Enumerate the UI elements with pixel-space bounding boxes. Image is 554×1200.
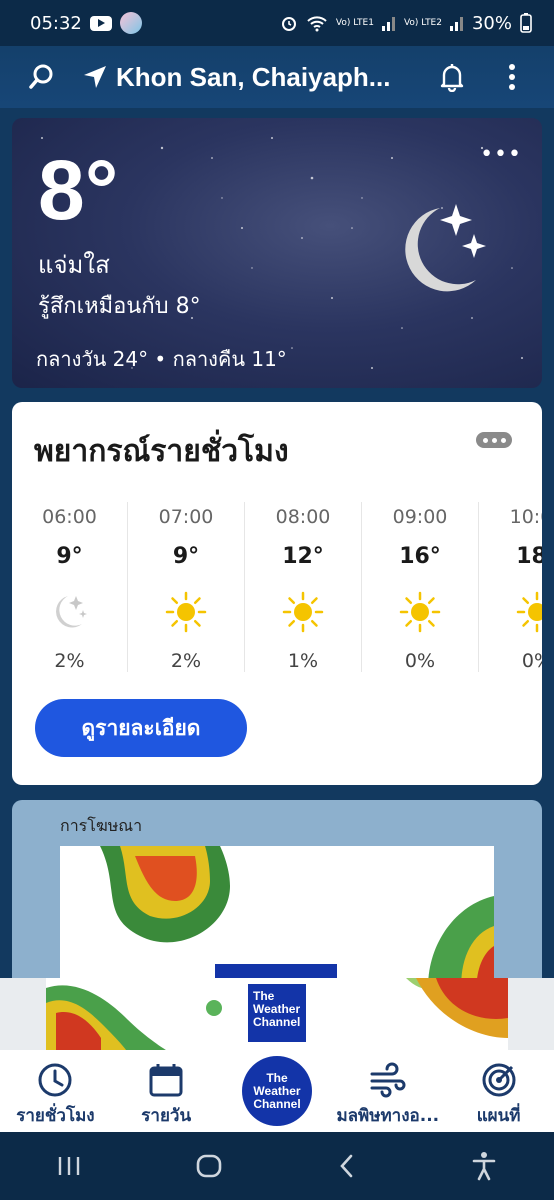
nav-air-quality[interactable]: มลพิษทางอ... (332, 1050, 443, 1132)
sim1-label: Vo) LTE1 (335, 17, 374, 28)
nav-home[interactable]: The Weather Channel (222, 1050, 333, 1132)
battery-icon (520, 13, 532, 33)
hourly-list[interactable]: 06:00 9° 2% 07:00 9° 2% 08:00 12° 1% 09:… (12, 502, 542, 672)
hour-time: 08:00 (275, 506, 331, 528)
home-icon[interactable] (195, 1153, 223, 1179)
day-night-temperatures: กลางวัน 24° • กลางคืน 11° (36, 347, 287, 371)
hour-precip: 0% (404, 650, 436, 672)
hourly-more-button[interactable] (476, 432, 512, 448)
nav-map-label: แผนที่ (476, 1106, 521, 1126)
hour-temp: 12° (282, 544, 324, 569)
system-navigation-bar (0, 1132, 554, 1200)
hour-item[interactable]: 06:00 9° 2% (12, 502, 128, 672)
hour-time: 06:00 (42, 506, 97, 528)
hour-item[interactable]: 07:00 9° 2% (128, 502, 245, 672)
hour-item[interactable]: 10:00 18° 0% (479, 502, 542, 672)
hour-temp: 16° (399, 544, 441, 569)
nav-hourly[interactable]: รายชั่วโมง (0, 1050, 111, 1132)
youtube-notification-icon (89, 15, 112, 31)
location-selector[interactable]: Khon San, Chaiyaph... (82, 62, 422, 93)
hourly-forecast-card: พยากรณ์รายชั่วโมง 06:00 9° 2% 07:00 9° 2… (12, 402, 542, 785)
weather-channel-logo: The Weather Channel (241, 1056, 312, 1126)
sun-icon (282, 591, 324, 633)
signal-icon (381, 17, 395, 31)
nav-air-quality-label: มลพิษทางอ... (336, 1106, 440, 1126)
moon-stars-icon (55, 596, 87, 628)
feels-like: รู้สึกเหมือนกับ 8° (38, 294, 201, 319)
hour-temp: 18° (516, 544, 542, 569)
vertical-dots-icon (509, 64, 515, 90)
location-name: Khon San, Chaiyaph... (116, 61, 391, 92)
notifications-button[interactable] (430, 55, 474, 99)
battery-percent: 30% (471, 12, 512, 34)
hour-item[interactable]: 08:00 12° 1% (245, 502, 362, 672)
wind-icon (370, 1062, 406, 1098)
status-time: 05:32 (30, 12, 82, 34)
radar-icon (482, 1063, 516, 1097)
hour-time: 10:00 (509, 506, 542, 528)
hour-time: 07:00 (158, 506, 214, 528)
weather-channel-logo: The Weather Channel (248, 984, 306, 1042)
search-button[interactable] (20, 55, 64, 99)
nav-hourly-label: รายชั่วโมง (16, 1106, 95, 1126)
signal-icon (449, 17, 463, 31)
calendar-icon (149, 1064, 183, 1097)
current-conditions-card[interactable]: 8° แจ่มใส รู้สึกเหมือนกับ 8° กลางวัน 24°… (12, 118, 542, 388)
app-header: Khon San, Chaiyaph... (0, 46, 554, 108)
app-notification-icon (119, 12, 142, 34)
bottom-navigation: รายชั่วโมง รายวัน The Weather Channel มล… (0, 1050, 554, 1132)
view-details-button[interactable]: ดูรายละเอียด (35, 699, 247, 757)
recent-apps-icon[interactable] (57, 1155, 81, 1177)
sim2-label: Vo) LTE2 (403, 17, 442, 28)
location-arrow-icon (84, 66, 106, 88)
nav-daily[interactable]: รายวัน (111, 1050, 222, 1132)
more-options-button[interactable] (490, 55, 534, 99)
hour-precip: 0% (521, 650, 542, 672)
wifi-icon (307, 16, 327, 32)
hour-precip: 2% (54, 650, 85, 672)
moon-stars-icon (405, 204, 486, 292)
sun-icon (516, 591, 542, 633)
hour-temp: 9° (172, 544, 200, 569)
hour-temp: 9° (56, 544, 83, 569)
current-condition: แจ่มใส (38, 251, 110, 279)
back-icon[interactable] (337, 1153, 357, 1179)
card-more-button[interactable]: ••• (480, 142, 522, 167)
bell-icon (440, 64, 464, 92)
sun-icon (399, 591, 441, 633)
alarm-icon (281, 17, 296, 31)
status-bar: 05:32 Vo) LTE1 Vo) LTE2 30% (0, 0, 554, 46)
clock-icon (38, 1063, 72, 1097)
nav-daily-label: รายวัน (141, 1106, 192, 1126)
search-icon (29, 64, 53, 89)
nav-map[interactable]: แผนที่ (443, 1050, 554, 1132)
hour-precip: 2% (170, 650, 202, 672)
banner-ad: The Weather Channel (0, 978, 554, 1050)
current-temperature: 8° (38, 143, 119, 237)
sun-icon (165, 591, 207, 633)
hour-item[interactable]: 09:00 16° 0% (362, 502, 479, 672)
accessibility-icon[interactable] (471, 1151, 497, 1181)
hour-time: 09:00 (392, 506, 448, 528)
ad-label: การโฆษณา (60, 816, 143, 835)
hourly-title: พยากรณ์รายชั่วโมง (34, 434, 289, 469)
hour-precip: 1% (287, 650, 319, 672)
banner-ad-image[interactable]: The Weather Channel (46, 978, 508, 1050)
